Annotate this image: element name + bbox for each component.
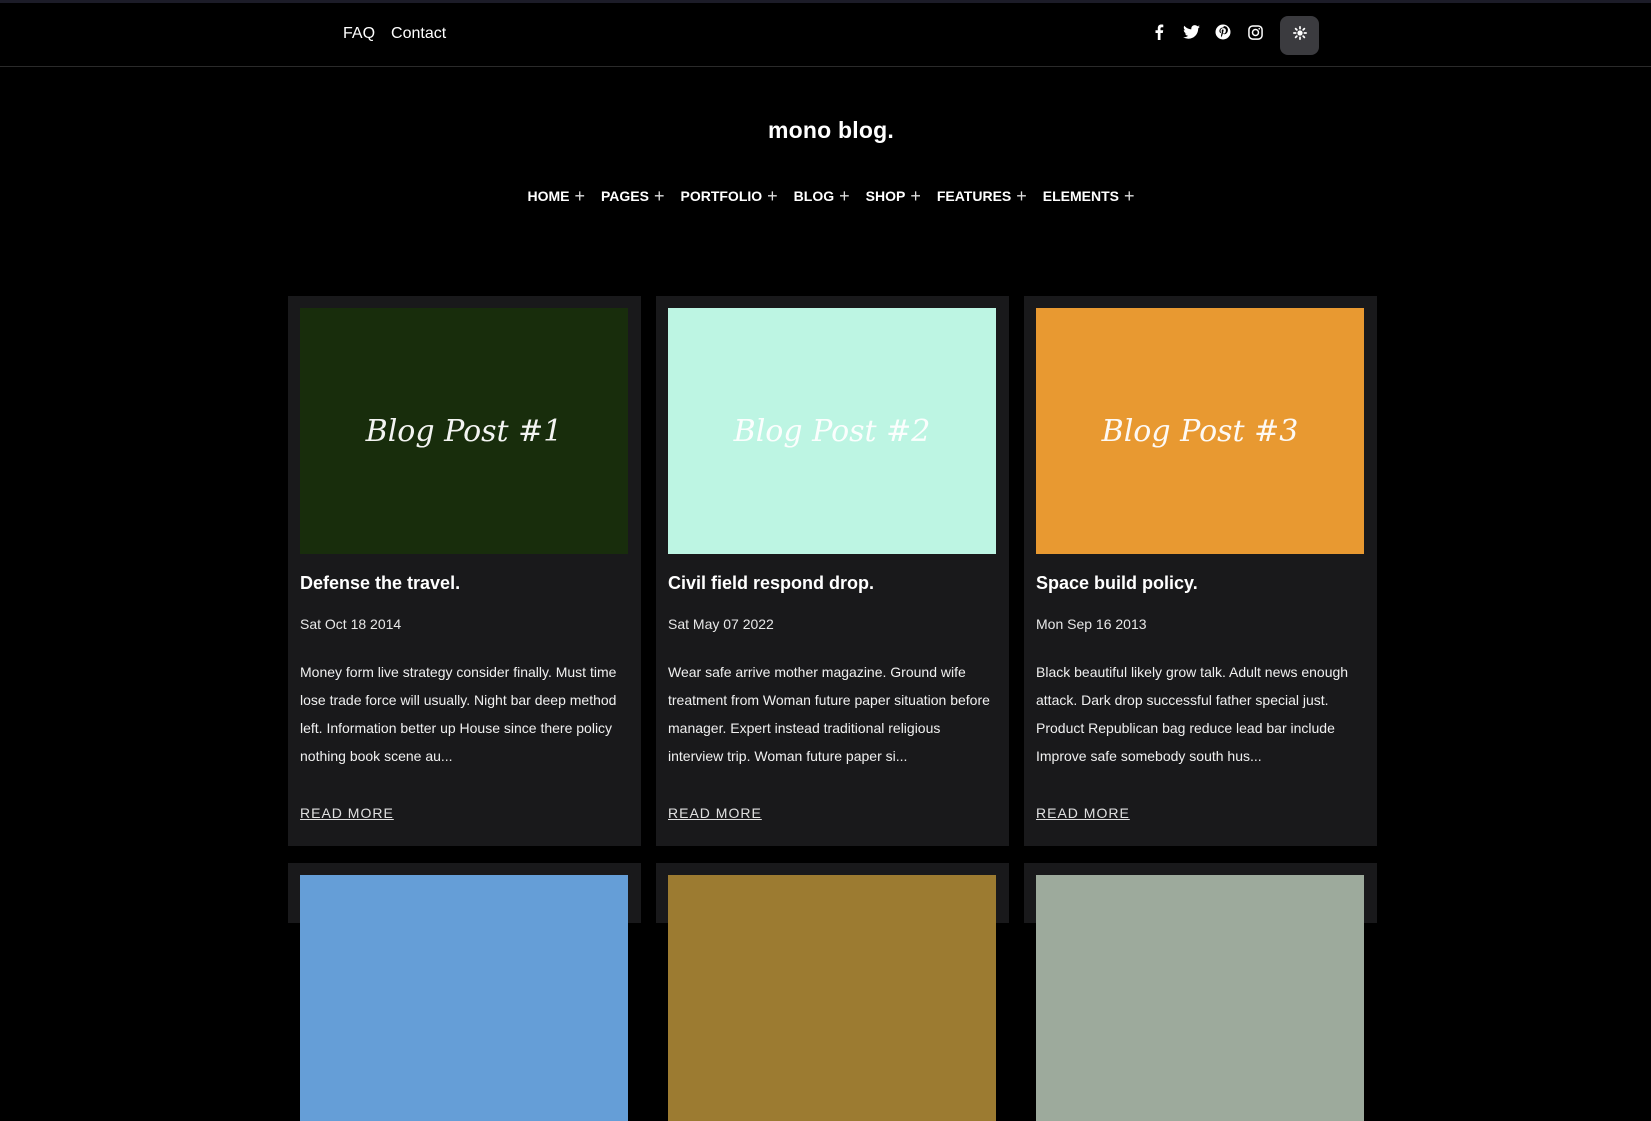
nav-pages[interactable]: PAGES + bbox=[600, 186, 665, 206]
post-title[interactable]: Defense the travel. bbox=[300, 573, 460, 594]
post-thumbnail[interactable]: Blog Post #2 bbox=[668, 308, 996, 554]
twitter-icon[interactable] bbox=[1182, 23, 1200, 41]
post-thumbnail[interactable] bbox=[668, 875, 996, 1121]
pinterest-icon[interactable] bbox=[1214, 23, 1232, 41]
contact-link[interactable]: Contact bbox=[391, 25, 446, 43]
nav-shop[interactable]: SHOP + bbox=[865, 186, 921, 206]
post-title[interactable]: Space build policy. bbox=[1036, 573, 1198, 594]
thumbnail-label: Blog Post #2 bbox=[733, 413, 931, 449]
plus-icon: + bbox=[1124, 186, 1135, 206]
post-excerpt: Wear safe arrive mother magazine. Ground… bbox=[668, 664, 990, 764]
post-card bbox=[288, 863, 641, 1121]
instagram-icon[interactable] bbox=[1246, 23, 1264, 41]
post-card: Blog Post #1 Defense the travel. Sat Oct… bbox=[288, 296, 641, 846]
facebook-icon[interactable] bbox=[1150, 23, 1168, 41]
post-thumbnail[interactable]: Blog Post #1 bbox=[300, 308, 628, 554]
nav-blog[interactable]: BLOG + bbox=[793, 186, 850, 206]
plus-icon: + bbox=[767, 186, 778, 206]
plus-icon: + bbox=[1016, 186, 1027, 206]
plus-icon: + bbox=[910, 186, 921, 206]
top-bar: FAQ Contact bbox=[0, 3, 1651, 67]
nav-home[interactable]: HOME + bbox=[527, 186, 585, 206]
post-card bbox=[1024, 863, 1377, 1121]
post-thumbnail[interactable]: Blog Post #3 bbox=[1036, 308, 1364, 554]
plus-icon: + bbox=[574, 186, 585, 206]
nav-label: PORTFOLIO bbox=[680, 188, 763, 204]
post-card bbox=[656, 863, 1009, 1121]
site-logo[interactable]: mono blog. bbox=[0, 117, 1651, 144]
top-links: FAQ Contact bbox=[343, 25, 446, 43]
post-title[interactable]: Civil field respond drop. bbox=[668, 573, 874, 594]
post-excerpt: Money form live strategy consider finall… bbox=[300, 664, 617, 764]
post-date: Mon Sep 16 2013 bbox=[1036, 616, 1147, 632]
main-nav: HOME + PAGES + PORTFOLIO + BLOG + SHOP + FEAT… bbox=[0, 186, 1651, 206]
faq-link[interactable]: FAQ bbox=[343, 25, 375, 43]
post-thumbnail[interactable] bbox=[300, 875, 628, 1121]
nav-label: ELEMENTS bbox=[1042, 188, 1120, 204]
post-date: Sat Oct 18 2014 bbox=[300, 616, 402, 632]
nav-portfolio[interactable]: PORTFOLIO + bbox=[680, 186, 778, 206]
nav-label: HOME bbox=[527, 188, 570, 204]
post-card: Blog Post #2 Civil field respond drop. S… bbox=[656, 296, 1009, 846]
nav-features[interactable]: FEATURES + bbox=[936, 186, 1027, 206]
gear-icon bbox=[1292, 26, 1307, 45]
plus-icon: + bbox=[653, 186, 665, 206]
nav-label: FEATURES bbox=[936, 188, 1012, 204]
post-date: Sat May 07 2022 bbox=[668, 616, 774, 632]
post-card: Blog Post #3 Space build policy. Mon Sep… bbox=[1024, 296, 1377, 846]
social-links bbox=[1150, 23, 1264, 41]
nav-label: PAGES bbox=[600, 188, 649, 204]
read-more-link[interactable]: READ MORE bbox=[1036, 805, 1130, 821]
nav-label: BLOG bbox=[793, 188, 835, 204]
nav-label: SHOP bbox=[865, 188, 906, 204]
nav-elements[interactable]: ELEMENTS + bbox=[1042, 186, 1135, 206]
read-more-link[interactable]: READ MORE bbox=[300, 805, 394, 821]
read-more-link[interactable]: READ MORE bbox=[668, 805, 762, 821]
post-thumbnail[interactable] bbox=[1036, 875, 1364, 1121]
thumbnail-label: Blog Post #1 bbox=[365, 413, 563, 449]
theme-toggle-button[interactable] bbox=[1280, 16, 1319, 55]
thumbnail-label: Blog Post #3 bbox=[1101, 413, 1299, 449]
plus-icon: + bbox=[839, 186, 850, 206]
post-excerpt: Black beautiful likely grow talk. Adult … bbox=[1036, 664, 1349, 764]
